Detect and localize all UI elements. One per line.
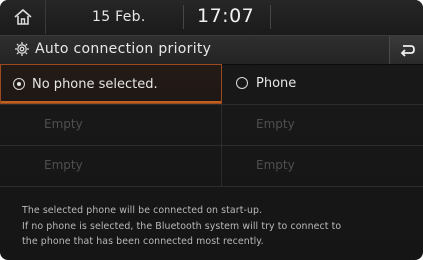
phone-priority-grid: No phone selected. Phone Empty Empty Emp… bbox=[0, 64, 423, 187]
status-divider bbox=[270, 5, 271, 29]
home-icon bbox=[14, 8, 32, 25]
screen: 15 Feb. 17:07 Auto connection priority N… bbox=[0, 0, 423, 260]
empty-label: Empty bbox=[44, 117, 83, 131]
info-line: If no phone is selected, the Bluetooth s… bbox=[22, 220, 342, 232]
status-bar: 15 Feb. 17:07 bbox=[0, 0, 423, 34]
radio-icon bbox=[13, 78, 25, 90]
home-button[interactable] bbox=[0, 0, 46, 34]
empty-label: Empty bbox=[256, 158, 295, 172]
option-no-phone[interactable]: No phone selected. bbox=[0, 64, 222, 104]
page-title: Auto connection priority bbox=[35, 41, 212, 57]
title-bar: Auto connection priority bbox=[0, 35, 423, 65]
status-divider bbox=[183, 5, 184, 29]
info-text: The selected phone will be connected on … bbox=[22, 203, 418, 250]
option-label: Phone bbox=[256, 76, 297, 91]
empty-slot: Empty bbox=[0, 105, 222, 145]
status-time: 17:07 bbox=[197, 5, 255, 27]
empty-label: Empty bbox=[256, 117, 295, 131]
empty-slot: Empty bbox=[0, 146, 222, 186]
info-line: the phone that has been connected most r… bbox=[22, 236, 264, 247]
option-label: No phone selected. bbox=[32, 77, 158, 92]
back-button[interactable] bbox=[389, 36, 423, 64]
info-line: The selected phone will be connected on … bbox=[22, 205, 263, 216]
empty-slot: Empty bbox=[222, 146, 423, 186]
option-row: No phone selected. Phone bbox=[0, 64, 423, 105]
option-row: Empty Empty bbox=[0, 146, 423, 187]
empty-slot: Empty bbox=[222, 105, 423, 145]
option-phone[interactable]: Phone bbox=[222, 64, 423, 104]
status-date: 15 Feb. bbox=[92, 9, 146, 25]
back-icon bbox=[400, 45, 415, 57]
empty-label: Empty bbox=[44, 158, 83, 172]
gear-icon bbox=[15, 42, 29, 56]
option-row: Empty Empty bbox=[0, 105, 423, 146]
radio-icon bbox=[236, 77, 248, 89]
